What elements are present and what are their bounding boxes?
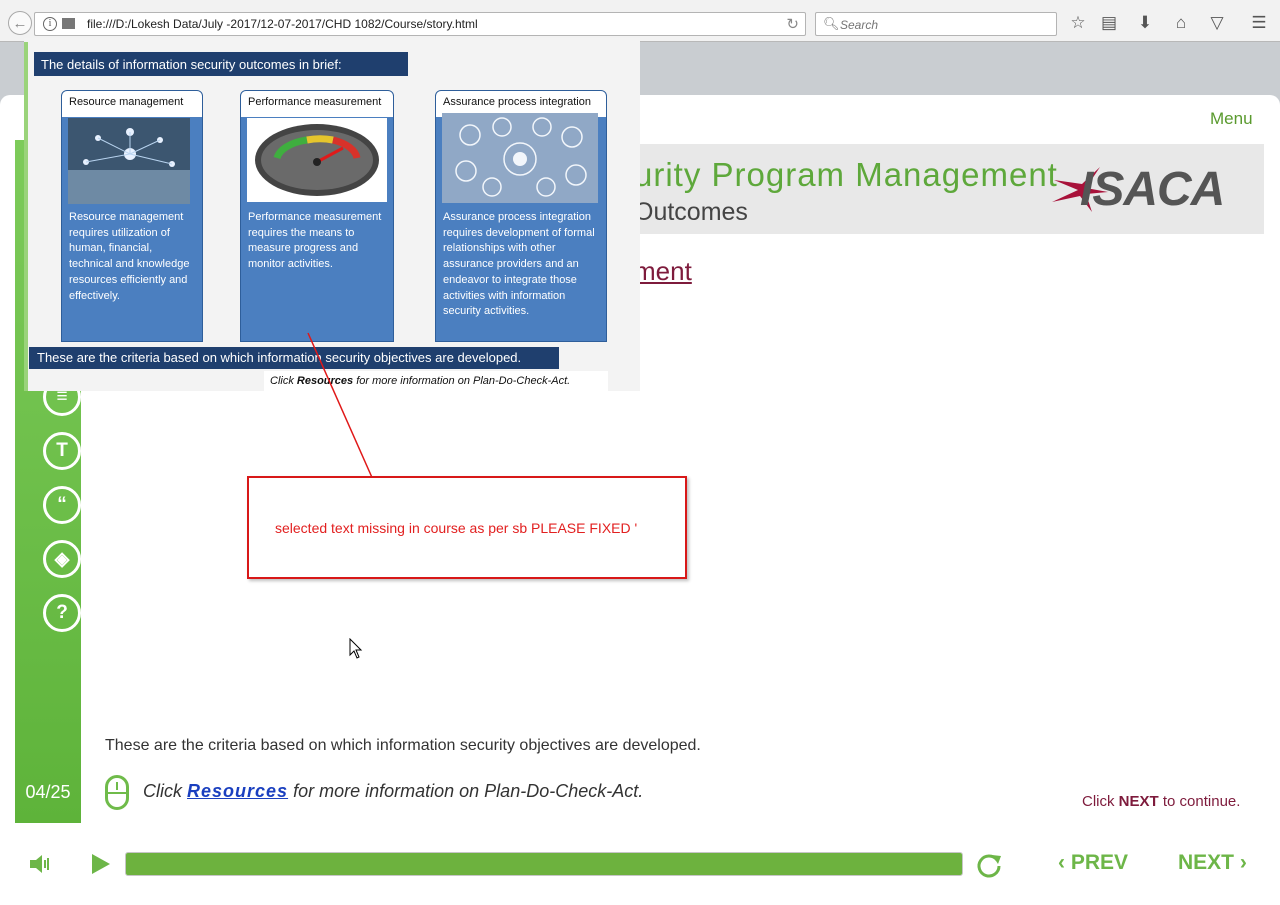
menu-button[interactable]: Menu bbox=[1210, 109, 1253, 129]
next-hint: Click NEXT to continue. bbox=[1082, 793, 1241, 810]
hamburger-menu-icon[interactable]: ☰ bbox=[1248, 12, 1270, 34]
next-button[interactable]: NEXT › bbox=[1178, 851, 1247, 875]
chevron-left-icon: ‹ bbox=[1058, 851, 1065, 874]
search-box[interactable]: 🔍︎ bbox=[815, 12, 1057, 36]
card-text: Performance measurement requires the mea… bbox=[248, 211, 382, 271]
help-icon[interactable]: ? bbox=[43, 594, 81, 632]
pocket-icon[interactable]: ▽ bbox=[1206, 12, 1228, 34]
overlay-edge bbox=[24, 42, 28, 391]
card-title: Performance measurement bbox=[241, 91, 393, 117]
course-title: urity Program Management bbox=[634, 156, 1058, 193]
address-bar[interactable]: i file:///D:/Lokesh Data/July -2017/12-0… bbox=[34, 12, 806, 36]
slide-counter: 04/25 bbox=[25, 782, 71, 802]
card-title: Resource management bbox=[62, 91, 202, 117]
page-icon bbox=[62, 18, 75, 29]
search-icon: 🔍︎ bbox=[823, 16, 840, 31]
annotation-arrow bbox=[307, 332, 380, 492]
criteria-text: These are the criteria based on which in… bbox=[105, 737, 701, 754]
people-network-image bbox=[68, 118, 190, 204]
info-icon[interactable]: i bbox=[43, 17, 57, 31]
overlay-criteria: These are the criteria based on which in… bbox=[29, 347, 559, 369]
arrow-left-icon: ← bbox=[12, 14, 28, 32]
annotation-box: selected text missing in course as per s… bbox=[247, 476, 687, 579]
browser-toolbar: ← i file:///D:/Lokesh Data/July -2017/12… bbox=[0, 0, 1280, 42]
overlay-heading: The details of information security outc… bbox=[34, 52, 408, 76]
url-text[interactable]: file:///D:/Lokesh Data/July -2017/12-07-… bbox=[87, 17, 478, 31]
mouse-icon bbox=[105, 775, 129, 810]
card-assurance-process-integration: Assurance process integration Assurance … bbox=[435, 90, 607, 342]
chevron-right-icon: › bbox=[1239, 851, 1247, 874]
annotation-text: selected text missing in course as per s… bbox=[275, 520, 638, 536]
title-banner: urity Program Management Outcomes ISACA bbox=[634, 144, 1264, 234]
download-icon[interactable]: ⬇ bbox=[1134, 12, 1156, 34]
resources-prompt: Click Resources for more information on … bbox=[143, 781, 644, 801]
progress-fill bbox=[126, 853, 962, 875]
layers-icon[interactable]: ◈ bbox=[43, 540, 81, 578]
bookmark-star-icon[interactable]: ☆ bbox=[1067, 12, 1089, 34]
replay-icon[interactable] bbox=[975, 851, 1003, 879]
course-subtitle: Outcomes bbox=[634, 198, 748, 226]
card-performance-measurement: Performance measurement Performance meas… bbox=[240, 90, 394, 342]
progress-bar[interactable] bbox=[125, 852, 963, 876]
prev-button[interactable]: ‹ PREV bbox=[1058, 851, 1128, 875]
transcript-icon[interactable]: T bbox=[43, 432, 81, 470]
resources-link[interactable]: Resources bbox=[187, 781, 288, 801]
home-icon[interactable]: ⌂ bbox=[1170, 12, 1192, 34]
card-text: Resource management requires utilization… bbox=[69, 211, 190, 302]
quote-icon[interactable]: “ bbox=[43, 486, 81, 524]
technology-icons-image bbox=[442, 113, 598, 203]
reload-icon[interactable]: ↻ bbox=[786, 15, 799, 33]
section-heading: ment bbox=[634, 256, 692, 286]
mouse-cursor-icon bbox=[349, 638, 363, 659]
gauge-image bbox=[247, 118, 387, 202]
reading-list-icon[interactable]: ▤ bbox=[1098, 12, 1120, 34]
card-resource-management: Resource management Resource management … bbox=[61, 90, 203, 342]
back-button[interactable]: ← bbox=[8, 11, 32, 35]
isaca-logo: ISACA bbox=[1050, 162, 1250, 216]
volume-icon[interactable] bbox=[28, 852, 52, 876]
logo-text: ISACA bbox=[1080, 163, 1225, 216]
play-icon[interactable] bbox=[90, 852, 112, 876]
card-text: Assurance process integration requires d… bbox=[443, 211, 595, 318]
search-input[interactable] bbox=[840, 16, 1040, 33]
